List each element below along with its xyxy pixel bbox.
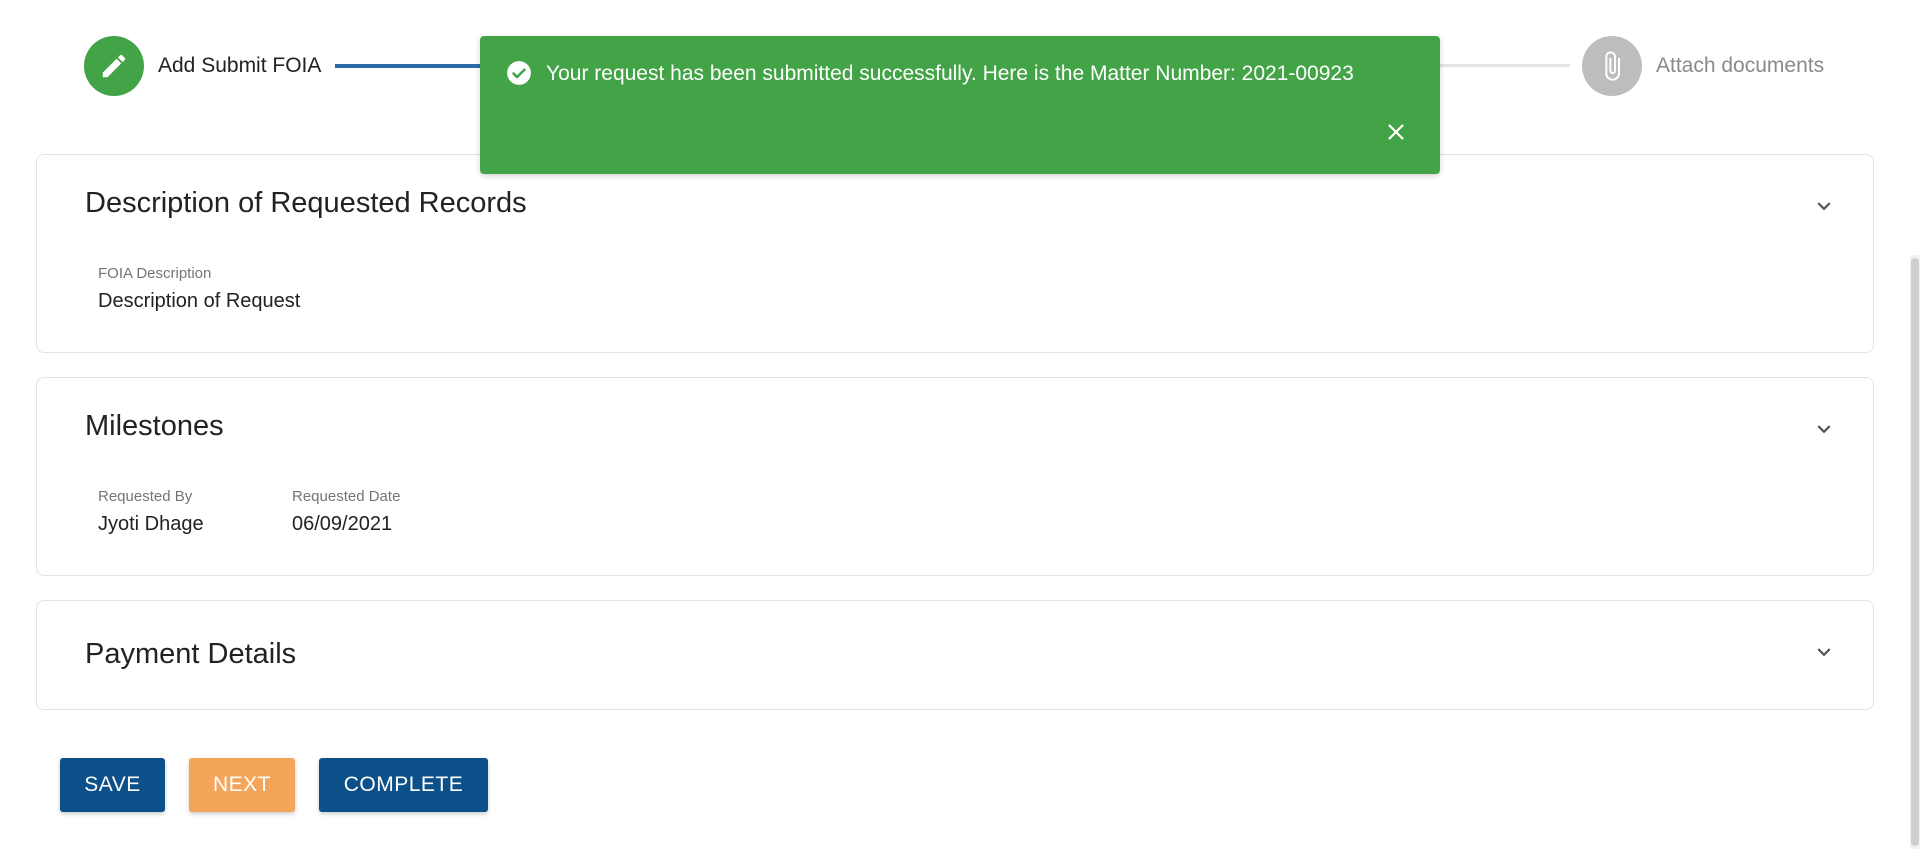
step-label: Add Submit FOIA <box>158 54 322 77</box>
field-label: Requested Date <box>292 488 401 505</box>
step-label: Attach documents <box>1656 54 1825 77</box>
requested-by-field: Requested By Jyoti Dhage <box>98 488 204 536</box>
save-button[interactable]: SAVE <box>60 758 165 812</box>
next-button[interactable]: NEXT <box>189 758 295 812</box>
chevron-down-icon[interactable] <box>1811 416 1837 442</box>
section-title: Milestones <box>85 410 224 442</box>
chevron-down-icon[interactable] <box>1811 639 1837 665</box>
field-value: Jyoti Dhage <box>98 513 204 535</box>
chevron-down-icon[interactable] <box>1811 193 1837 219</box>
success-toast: Your request has been submitted successf… <box>480 36 1440 174</box>
section-title: Description of Requested Records <box>85 187 527 219</box>
requested-date-field: Requested Date 06/09/2021 <box>292 488 400 536</box>
description-section: Description of Requested Records FOIA De… <box>36 154 1874 353</box>
payment-details-section: Payment Details <box>36 600 1874 710</box>
field-value: 06/09/2021 <box>292 513 393 535</box>
field-label: Requested By <box>98 488 193 505</box>
milestones-section: Milestones Requested By Jyoti Dhage Requ… <box>36 377 1874 576</box>
step-add-submit-foia[interactable]: Add Submit FOIA <box>84 36 321 96</box>
pencil-icon <box>84 36 144 96</box>
complete-button[interactable]: COMPLETE <box>319 758 488 812</box>
field-value: Description of Request <box>98 290 301 312</box>
close-icon[interactable] <box>1382 118 1410 146</box>
section-title: Payment Details <box>85 638 297 670</box>
check-circle-icon <box>506 60 532 86</box>
scrollbar-thumb[interactable] <box>1911 258 1919 846</box>
step-connector-pending <box>1420 64 1570 67</box>
step-attach-documents[interactable]: Attach documents <box>1582 36 1824 96</box>
foia-description-field: FOIA Description Description of Request <box>98 265 300 313</box>
field-label: FOIA Description <box>98 265 212 282</box>
paperclip-icon <box>1582 36 1642 96</box>
toast-message: Your request has been submitted successf… <box>546 62 1354 85</box>
